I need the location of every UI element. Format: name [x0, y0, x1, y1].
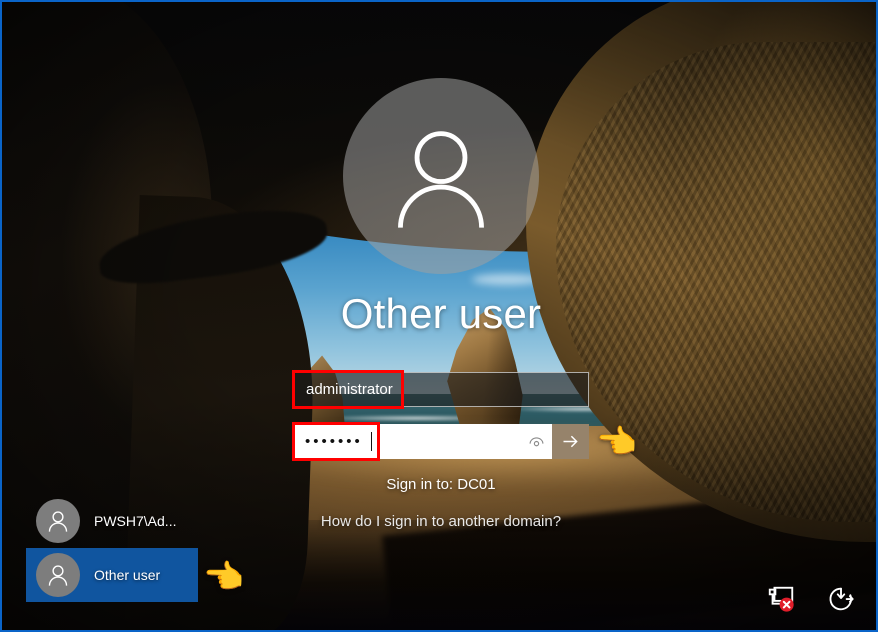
avatar: [36, 553, 80, 597]
avatar: [343, 78, 539, 274]
eye-reveal-icon[interactable]: [520, 424, 552, 459]
list-item[interactable]: PWSH7\Ad...: [26, 494, 198, 548]
page-title: Other user: [340, 290, 542, 337]
list-item[interactable]: Other user: [26, 548, 198, 602]
text-caret: [370, 432, 372, 451]
pointer-hand-other-user: 👈: [203, 558, 245, 595]
pointer-hand-password: 👈: [596, 423, 638, 460]
user-list: PWSH7\Ad... Other user: [26, 494, 198, 602]
password-dots: •••••••: [305, 433, 363, 450]
avatar: [36, 499, 80, 543]
sign-in-domain-label: Sign in to: DC01: [386, 476, 496, 493]
user-avatar-icon: [398, 131, 484, 228]
user-list-label: Other user: [94, 567, 161, 583]
system-tray: [764, 582, 858, 616]
network-button[interactable]: [764, 582, 798, 616]
username-input[interactable]: [295, 373, 588, 406]
power-options-icon: [829, 587, 854, 611]
submit-button[interactable]: [552, 424, 589, 459]
logon-ui: Other user ••••••• Sign in to: DC01 How …: [2, 2, 876, 630]
user-avatar-icon: [48, 511, 68, 532]
power-button[interactable]: [824, 582, 858, 616]
user-avatar-icon: [48, 565, 68, 586]
user-list-label: PWSH7\Ad...: [94, 513, 177, 529]
network-disconnected-icon: [768, 586, 794, 612]
password-masked-value[interactable]: •••••••: [294, 432, 520, 451]
password-field[interactable]: •••••••: [294, 424, 589, 459]
logon-screen: Other user ••••••• Sign in to: DC01 How …: [0, 0, 878, 632]
arrow-right-icon: [563, 435, 578, 448]
username-field[interactable]: [294, 372, 589, 407]
